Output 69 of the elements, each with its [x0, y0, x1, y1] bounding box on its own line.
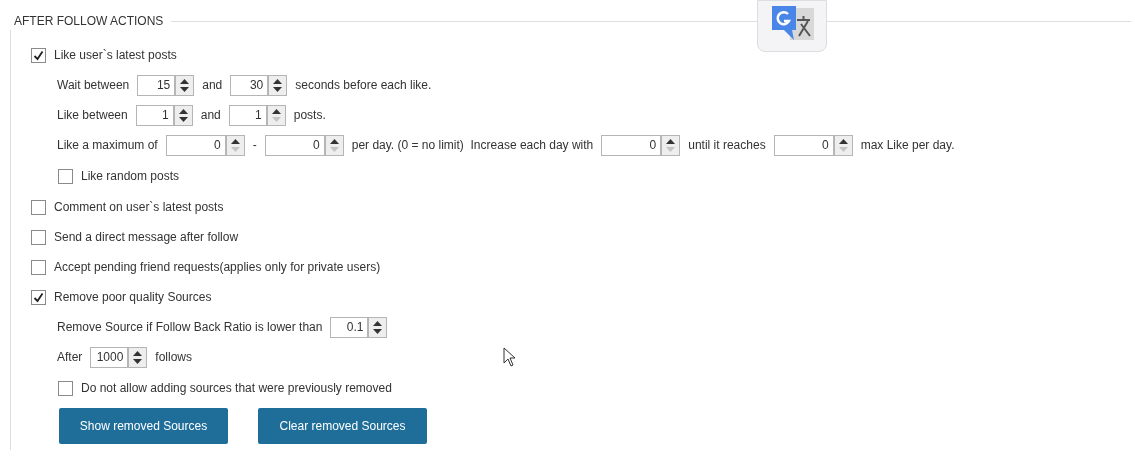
up-arrow-icon	[666, 138, 676, 144]
up-arrow-icon	[230, 138, 240, 144]
down-arrow-icon	[329, 146, 339, 152]
up-arrow-icon	[329, 138, 339, 144]
setting-label: Remove Source if Follow Back Ratio is lower than	[57, 319, 323, 336]
up-arrow-icon	[180, 78, 190, 84]
checkbox-label: Do not allow adding sources that were previously removed	[81, 380, 392, 397]
number-field[interactable]: 0	[601, 134, 662, 156]
number-field[interactable]: 0.1	[330, 316, 369, 338]
checkbox[interactable]	[58, 168, 73, 184]
number-field[interactable]: 0	[264, 134, 325, 156]
setting-label: Wait between	[57, 77, 130, 94]
checkbox-label: Accept pending friend requests(applies only for private users)	[54, 259, 381, 276]
checkbox[interactable]	[31, 289, 46, 305]
setting-label: follows	[155, 349, 193, 366]
checkbox-label: Comment on user`s latest posts	[54, 199, 224, 216]
setting-label: and	[202, 77, 223, 94]
spin-buttons[interactable]	[268, 74, 288, 96]
spin-buttons[interactable]	[175, 74, 195, 96]
number-field[interactable]: 15	[137, 74, 176, 96]
setting-label: Like a maximum of	[57, 137, 158, 154]
down-arrow-icon	[230, 146, 240, 152]
setting-label: seconds before each like.	[295, 77, 432, 94]
checkbox-label: Like user`s latest posts	[54, 47, 177, 64]
down-arrow-icon	[666, 146, 676, 152]
setting-label: and	[200, 107, 221, 124]
setting-label: Like between	[57, 107, 128, 124]
down-arrow-icon	[271, 116, 281, 122]
number-field[interactable]: 0	[165, 134, 226, 156]
checkbox[interactable]	[58, 380, 73, 396]
number-field[interactable]: 1000	[90, 346, 129, 368]
setting-label: -	[252, 137, 257, 154]
setting-label: max Like per day.	[860, 137, 955, 154]
down-arrow-icon	[373, 328, 383, 334]
down-arrow-icon	[273, 86, 283, 92]
checkbox-label: Like random posts	[81, 168, 180, 185]
down-arrow-icon	[838, 146, 848, 152]
checkbox[interactable]	[31, 229, 46, 245]
checkbox[interactable]	[31, 199, 46, 215]
section-title: AFTER FOLLOW ACTIONS	[14, 13, 165, 30]
number-field[interactable]: 1	[228, 104, 267, 126]
number-field[interactable]: 0	[773, 134, 834, 156]
up-arrow-icon	[373, 320, 383, 326]
down-arrow-icon	[133, 358, 143, 364]
checkbox[interactable]	[31, 259, 46, 275]
number-field[interactable]: 1	[135, 104, 174, 126]
mouse-cursor-icon	[503, 347, 517, 367]
up-arrow-icon	[838, 138, 848, 144]
up-arrow-icon	[133, 350, 143, 356]
action-button[interactable]: Show removed Sources	[59, 408, 228, 444]
number-field[interactable]: 30	[230, 74, 269, 96]
action-button[interactable]: Clear removed Sources	[258, 408, 427, 444]
setting-label: posts.	[293, 107, 326, 124]
setting-label: per day. (0 = no limit) Increase each day with	[351, 137, 594, 154]
up-arrow-icon	[178, 108, 188, 114]
checkbox[interactable]	[31, 47, 46, 63]
setting-label: After	[57, 349, 83, 366]
checkmark-icon	[33, 49, 44, 61]
down-arrow-icon	[180, 86, 190, 92]
checkbox-label: Remove poor quality Sources	[54, 289, 212, 306]
spin-buttons[interactable]	[128, 346, 148, 368]
spin-buttons[interactable]	[173, 104, 193, 126]
checkbox-label: Send a direct message after follow	[54, 229, 239, 246]
up-arrow-icon	[271, 108, 281, 114]
setting-label: until it reaches	[688, 137, 766, 154]
down-arrow-icon	[178, 116, 188, 122]
checkmark-icon	[33, 291, 44, 303]
up-arrow-icon	[273, 78, 283, 84]
spin-buttons[interactable]	[368, 316, 388, 338]
